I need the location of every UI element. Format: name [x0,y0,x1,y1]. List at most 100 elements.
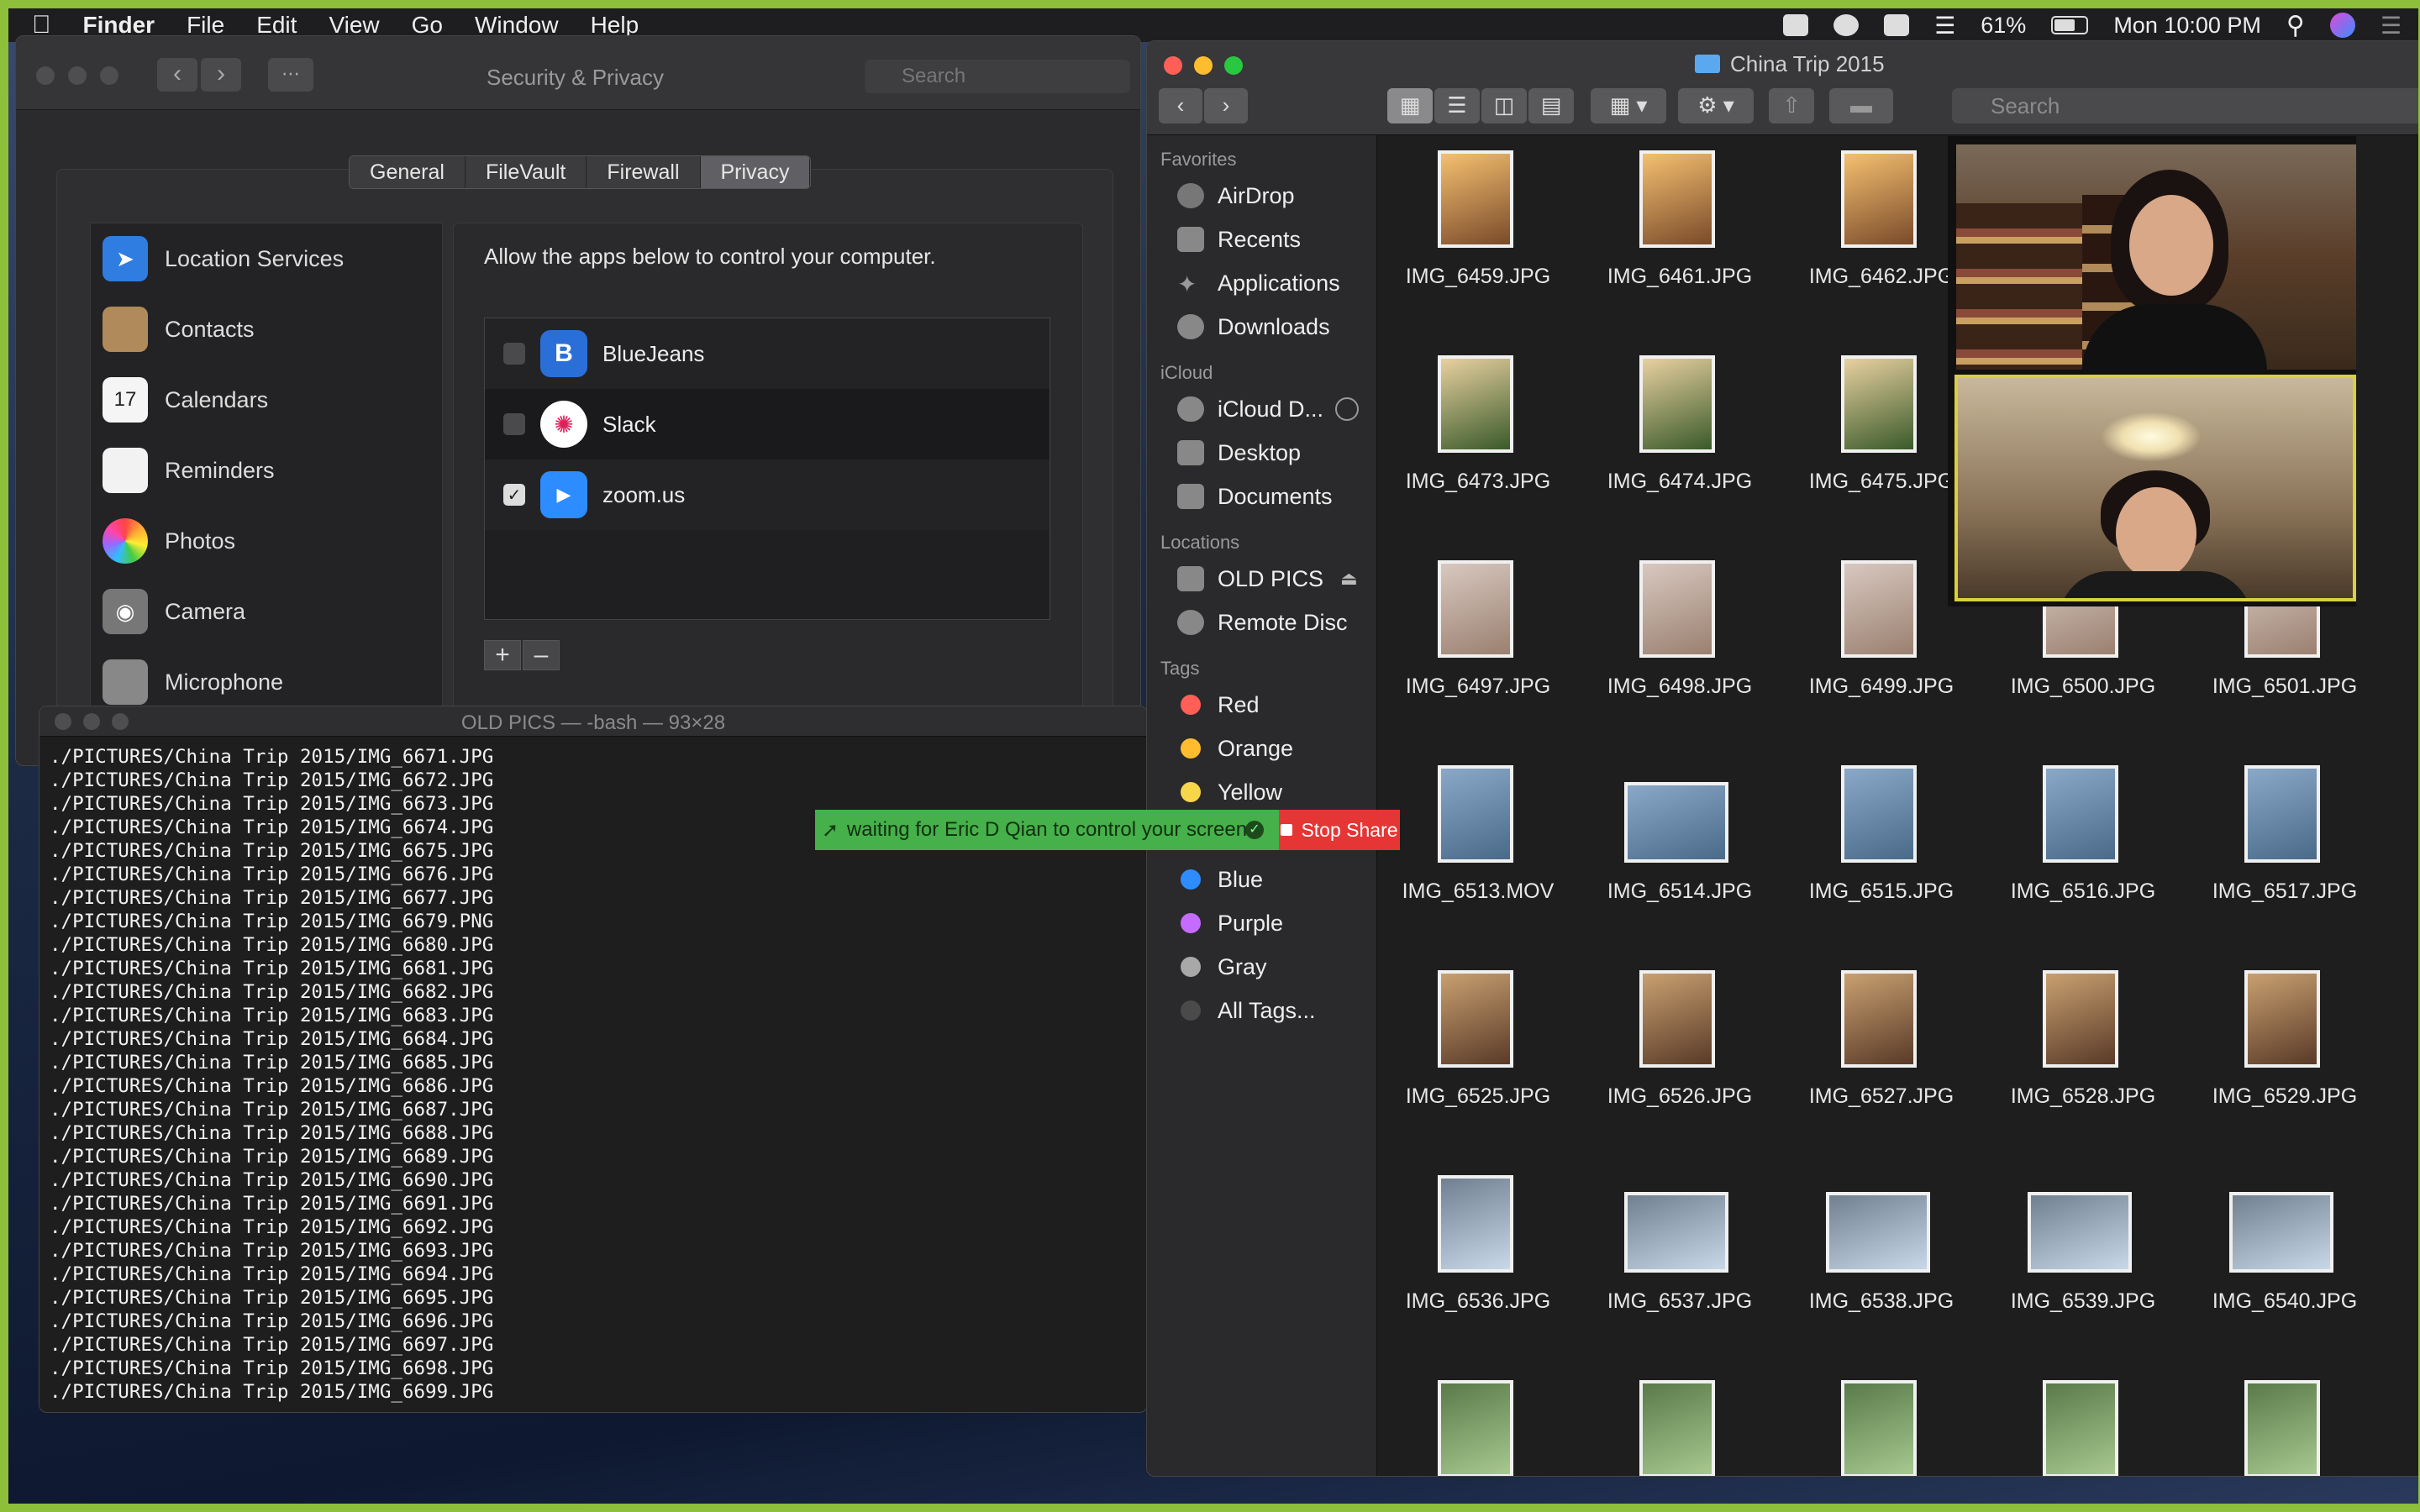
gear-icon[interactable]: ⚙ ▾ [1678,88,1754,123]
file-item[interactable]: IMG_6515.JPG [1789,757,1974,945]
notification-icon[interactable] [1884,14,1910,36]
finder-search-input[interactable]: Search [1952,88,2418,123]
zoom-button[interactable] [100,66,118,85]
file-item[interactable]: IMG_6536.JPG [1386,1167,1570,1355]
terminal-titlebar[interactable]: OLD PICS — -bash — 93×28 [39,706,1147,737]
zoom-video-panel[interactable] [1948,136,2356,606]
file-item[interactable]: IMG_6514.JPG [1587,757,1772,945]
app-checkbox-checked[interactable]: ✓ [503,484,525,506]
sidebar-tag-1[interactable]: Orange [1147,727,1376,770]
forward-button[interactable]: › [201,58,241,92]
app-checkbox[interactable] [503,343,525,365]
sidebar-tag-7[interactable]: All Tags... [1147,989,1376,1032]
file-item[interactable]: _646 [2394,142,2418,330]
battery-icon[interactable] [2051,16,2089,34]
column-view-button[interactable]: ◫ [1481,88,1527,123]
battery-percent[interactable]: 61% [1981,13,2026,39]
category-camera[interactable]: ◉ Camera [91,576,442,647]
file-item[interactable]: _647 [2394,347,2418,535]
category-reminders[interactable]: Reminders [91,435,442,506]
app-row-zoom[interactable]: ✓ ▶ zoom.us [485,459,1050,530]
file-item[interactable]: IMG_6548.JPG [1587,1372,1772,1476]
file-item[interactable]: IMG_6473.JPG [1386,347,1570,535]
file-item[interactable]: IMG_6516.JPG [1991,757,2175,945]
zoom-button[interactable] [1224,56,1243,75]
tab-general[interactable]: General [350,156,466,188]
file-item[interactable]: IMG_6551.JPG [2192,1372,2377,1476]
tab-firewall[interactable]: Firewall [587,156,701,188]
back-button[interactable]: ‹ [157,58,197,92]
file-item[interactable]: IMG_6540.JPG [2192,1167,2377,1355]
participant-video-1[interactable] [1956,144,2356,370]
search-input[interactable]: Search [865,60,1130,93]
sidebar-item-documents[interactable]: Documents [1147,475,1376,518]
category-contacts[interactable]: Contacts [91,294,442,365]
file-item[interactable]: IMG_6474.JPG [1587,347,1772,535]
forward-button[interactable]: › [1204,88,1248,123]
file-item[interactable]: IMG_6529.JPG [2192,962,2377,1150]
file-item[interactable]: IMG_6538.JPG [1789,1167,1974,1355]
sidebar-tag-4[interactable]: Blue [1147,858,1376,901]
eject-icon[interactable]: ⏏ [1340,568,1358,590]
app-checkbox[interactable] [503,413,525,435]
tab-privacy[interactable]: Privacy [700,156,811,188]
file-item[interactable]: IMG_6527.JPG [1789,962,1974,1150]
category-location-services[interactable]: ➤ Location Services [91,223,442,294]
file-item[interactable]: IMG_650 [2394,552,2418,740]
gallery-view-button[interactable]: ▤ [1528,88,1574,123]
icon-view-button[interactable]: ▦ [1387,88,1433,123]
file-item[interactable]: IMG_6499.JPG [1789,552,1974,740]
group-by-button[interactable]: ▦ ▾ [1591,88,1666,123]
share-icon[interactable]: ⇧ [1769,88,1814,123]
sidebar-tag-2[interactable]: Yellow [1147,770,1376,814]
file-item[interactable]: IMG_6539.JPG [1991,1167,2175,1355]
zoom-status-icon[interactable] [1783,14,1809,36]
clock[interactable]: Mon 10:00 PM [2113,13,2261,39]
finder-titlebar[interactable]: China Trip 2015 ‹ › ▦ ☰ ◫ ▤ ▦ ▾ ⚙ ▾ ⇧ ▬ … [1147,41,2418,135]
back-button[interactable]: ‹ [1159,88,1202,123]
terminal-output[interactable]: ./PICTURES/China Trip 2015/IMG_6671.JPG.… [50,745,493,1404]
file-item[interactable]: IMG_651 [2394,757,2418,945]
file-item[interactable]: IMG_6461.JPG [1587,142,1772,330]
spotlight-search-icon[interactable]: ⚲ [2286,11,2305,40]
category-photos[interactable]: Photos [91,506,442,576]
stop-share-button[interactable]: Stop Share [1279,810,1400,850]
app-row-bluejeans[interactable]: B BlueJeans [485,318,1050,389]
sidebar-item-airdrop[interactable]: AirDrop [1147,174,1376,218]
file-item[interactable]: IMG_6517.JPG [2192,757,2377,945]
file-item[interactable]: IMG_6497.JPG [1386,552,1570,740]
minimize-button[interactable] [1194,56,1213,75]
notification-center-icon[interactable]: ☰ [2381,12,2402,39]
file-item[interactable]: IMG_6498.JPG [1587,552,1772,740]
sidebar-tag-5[interactable]: Purple [1147,901,1376,945]
sidebar-item-applications[interactable]: ✦ Applications [1147,261,1376,305]
minimize-button[interactable] [68,66,87,85]
close-button[interactable] [36,66,55,85]
prefs-titlebar[interactable]: ‹ › ⋯ Security & Privacy Search [16,36,1140,110]
file-item[interactable]: IMG_6528.JPG [1991,962,2175,1150]
participant-video-2[interactable] [1954,375,2356,601]
sidebar-item-remote-disc[interactable]: Remote Disc [1147,601,1376,644]
file-item[interactable]: IMG_654 [2394,1167,2418,1355]
file-item[interactable]: IMG_653 [2394,962,2418,1150]
sidebar-item-desktop[interactable]: Desktop [1147,431,1376,475]
file-item[interactable]: IMG_6549.JPG [1789,1372,1974,1476]
tab-filevault[interactable]: FileVault [465,156,587,188]
file-item[interactable]: IMG_6537.JPG [1587,1167,1772,1355]
sidebar-tag-0[interactable]: Red [1147,683,1376,727]
file-item[interactable]: IMG_6475.JPG [1789,347,1974,535]
wifi-icon[interactable]: ☰ [1934,12,1955,39]
sidebar-item-downloads[interactable]: Downloads [1147,305,1376,349]
file-item[interactable]: IMG_6513.MOV [1386,757,1570,945]
close-button[interactable] [1164,56,1182,75]
file-item[interactable]: IMG_6459.JPG [1386,142,1570,330]
sidebar-item-recents[interactable]: Recents [1147,218,1376,261]
list-view-button[interactable]: ☰ [1434,88,1480,123]
siri-icon[interactable] [2329,13,2355,38]
category-calendars[interactable]: 17 Calendars [91,365,442,435]
add-app-button[interactable]: + [484,640,521,670]
tag-icon[interactable]: ▬ [1829,88,1893,123]
file-item[interactable]: IMG_6526.JPG [1587,962,1772,1150]
sidebar-tag-6[interactable]: Gray [1147,945,1376,989]
file-item[interactable]: IMG_6550.JPG [1991,1372,2175,1476]
